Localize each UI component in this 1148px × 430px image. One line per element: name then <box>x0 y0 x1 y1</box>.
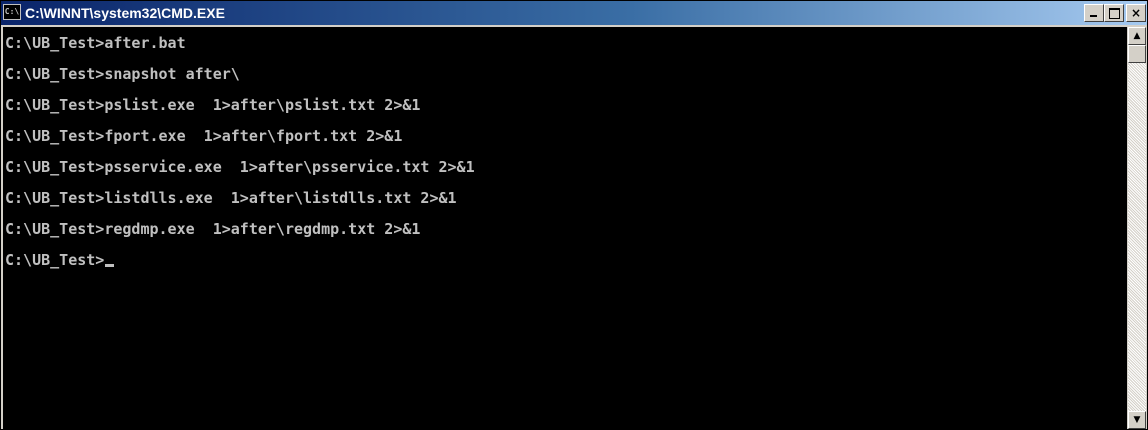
console-line: C:\UB_Test>pslist.exe 1>after\pslist.txt… <box>5 96 421 114</box>
console-line: C:\UB_Test>listdlls.exe 1>after\listdlls… <box>5 189 457 207</box>
console-line: C:\UB_Test>psservice.exe 1>after\psservi… <box>5 158 475 176</box>
window-title: C:\WINNT\system32\CMD.EXE <box>25 5 225 21</box>
close-icon: × <box>1130 6 1142 20</box>
cmd-icon[interactable]: C:\ <box>3 4 21 20</box>
close-button[interactable]: × <box>1126 4 1146 22</box>
maximize-button[interactable] <box>1104 4 1124 22</box>
arrow-down-icon: ▼ <box>1133 415 1141 425</box>
scroll-down-button[interactable]: ▼ <box>1128 411 1146 429</box>
console-output[interactable]: C:\UB_Test>after.bat C:\UB_Test>snapshot… <box>3 27 1127 429</box>
scroll-up-button[interactable]: ▲ <box>1128 27 1146 45</box>
scrollbar-thumb[interactable] <box>1128 45 1146 63</box>
console-prompt-line: C:\UB_Test> <box>5 250 115 270</box>
text-cursor <box>105 264 115 267</box>
console-line: C:\UB_Test>after.bat <box>5 34 186 52</box>
console-line: C:\UB_Test>snapshot after\ <box>5 65 240 83</box>
arrow-up-icon: ▲ <box>1133 31 1141 41</box>
console-line: C:\UB_Test>fport.exe 1>after\fport.txt 2… <box>5 127 403 145</box>
minimize-button[interactable] <box>1084 4 1104 22</box>
vertical-scrollbar[interactable]: ▲ ▼ <box>1128 27 1146 429</box>
cmd-window: C:\ C:\WINNT\system32\CMD.EXE × C:\UB_Te… <box>0 0 1148 430</box>
console-prompt: C:\UB_Test> <box>5 251 105 269</box>
title-bar[interactable]: C:\ C:\WINNT\system32\CMD.EXE × <box>1 1 1147 25</box>
console-line: C:\UB_Test>regdmp.exe 1>after\regdmp.txt… <box>5 220 421 238</box>
caption-buttons: × <box>1084 4 1146 22</box>
